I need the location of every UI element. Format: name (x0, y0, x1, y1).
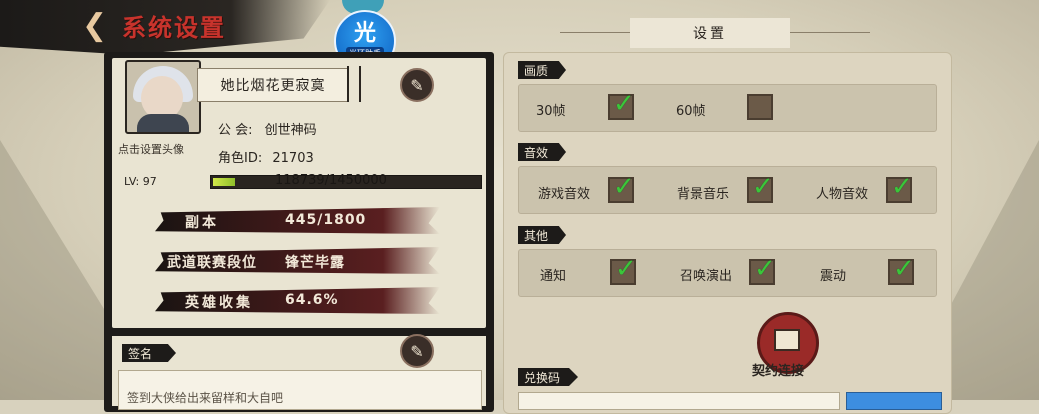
option-label: 游戏音效 (538, 187, 591, 202)
tab-divider (560, 32, 630, 33)
checkbox-30fps[interactable]: ✓ (608, 89, 635, 120)
option-label: 30帧 (536, 104, 566, 119)
checkbox-vibrate[interactable]: ✓ (888, 254, 915, 285)
option-label: 召唤演出 (680, 269, 733, 284)
checkmark-icon: ✓ (754, 254, 776, 284)
set-avatar-label[interactable]: 点击设置头像 (118, 141, 184, 157)
signature-label: 签名 (122, 344, 176, 362)
stat-label: 武道联赛段位 (167, 255, 257, 271)
stat-value: 64.6% (285, 292, 339, 308)
back-arrow-icon[interactable]: ❮ (82, 8, 107, 43)
section-label-sound: 音效 (518, 143, 567, 161)
checkbox-60fps[interactable]: ✓ (747, 94, 773, 120)
checkbox-notify[interactable]: ✓ (610, 254, 637, 285)
avatar[interactable] (125, 60, 201, 134)
avatar-body (137, 114, 189, 132)
checkbox-bgm[interactable]: ✓ (747, 172, 774, 203)
role-id-value: 21703 (272, 151, 314, 166)
redeem-code-label: 兑换码 (518, 368, 579, 386)
helper-glyph: 光 (353, 20, 376, 46)
xp-text: 118739/1450000 (275, 173, 387, 188)
stat-value: 锋芒毕露 (285, 255, 345, 271)
level-label: LV: 97 (124, 175, 157, 188)
checkmark-icon: ✓ (613, 89, 635, 119)
contract-connect-label: 契约连接 (752, 364, 805, 379)
checkbox-voice[interactable]: ✓ (886, 172, 913, 203)
checkmark-icon: ✓ (891, 172, 913, 202)
quality-row (518, 84, 937, 132)
option-label: 背景音乐 (677, 187, 730, 202)
edit-signature-brush-icon[interactable]: ✎ (400, 334, 434, 368)
stat-value: 445/1800 (285, 212, 367, 228)
guild-value: 创世神码 (264, 123, 317, 138)
role-id-label: 角色ID: (218, 151, 263, 166)
option-label: 震动 (820, 269, 847, 284)
envelope-icon (774, 329, 800, 351)
checkmark-icon: ✓ (893, 254, 915, 284)
option-label: 人物音效 (816, 187, 869, 202)
edit-name-brush-icon[interactable]: ✎ (400, 68, 434, 102)
player-name: 她比烟花更寂寞 (197, 68, 349, 102)
checkmark-icon: ✓ (752, 172, 774, 202)
checkbox-game-sfx[interactable]: ✓ (608, 172, 635, 203)
checkmark-icon: ✓ (615, 254, 637, 284)
checkbox-summon-show[interactable]: ✓ (749, 254, 776, 285)
redeem-button[interactable] (846, 392, 942, 410)
checkmark-icon: ✓ (613, 172, 635, 202)
stat-label: 英雄收集 (185, 295, 253, 311)
tab-divider (790, 32, 870, 33)
section-label-other: 其他 (518, 226, 567, 244)
signature-field[interactable]: 签到大侠给出来留样和大自吧 (118, 370, 482, 410)
page-title: 系统设置 (122, 13, 226, 42)
tab-settings[interactable]: 设置 (630, 18, 790, 48)
option-label: 60帧 (676, 104, 706, 119)
xp-bar-fill (213, 178, 235, 186)
redeem-code-input[interactable] (518, 392, 840, 410)
stat-label: 副本 (185, 215, 219, 231)
section-label-quality: 画质 (518, 61, 567, 79)
option-label: 通知 (540, 269, 567, 284)
name-box-edge (347, 66, 361, 102)
guild-label: 公 会: (218, 123, 253, 138)
